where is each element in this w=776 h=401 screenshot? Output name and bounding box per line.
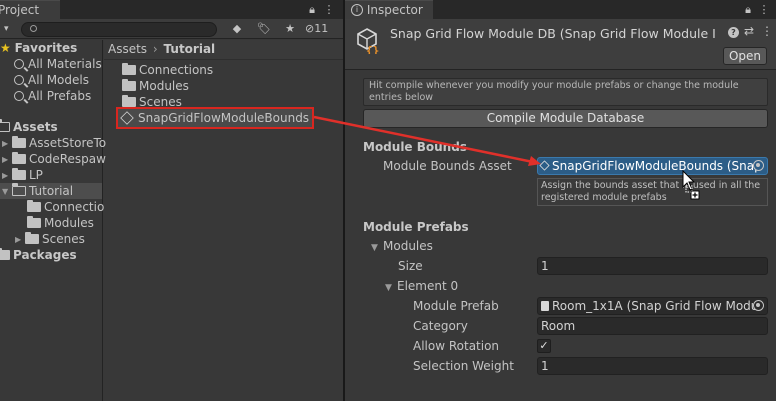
folder-icon <box>12 135 26 148</box>
module-prefab-label: Module Prefab <box>413 299 499 313</box>
module-prefabs-header: Module Prefabs <box>363 220 469 234</box>
scriptable-object-icon <box>539 160 550 171</box>
lock-icon[interactable]: 🔒︎ <box>741 3 755 17</box>
folder-icon <box>122 94 136 107</box>
file-list-item[interactable]: Connections <box>122 62 213 78</box>
chevron-right-icon: ▶ <box>15 234 22 244</box>
asset-folder-item-tutorial[interactable]: ▼ Tutorial <box>2 183 73 199</box>
selection-weight-label: Selection Weight <box>413 359 514 373</box>
project-tab[interactable]: Project <box>0 0 60 19</box>
object-picker-icon[interactable] <box>753 160 764 171</box>
scriptable-object-icon <box>120 110 134 125</box>
folder-icon <box>12 167 26 180</box>
folder-icon <box>0 247 10 260</box>
svg-text:{}: {} <box>366 44 379 54</box>
tutorial-child-item[interactable]: Connectio <box>27 199 104 215</box>
help-box: Hit compile whenever you modify your mod… <box>363 78 768 106</box>
allow-rotation-label: Allow Rotation <box>413 339 500 353</box>
context-menu-icon[interactable]: ⋮ <box>761 24 773 38</box>
foldout-down-icon: ▼ <box>385 283 392 293</box>
favorites-header[interactable]: ★ Favorites <box>0 40 77 56</box>
asset-folder-item[interactable]: ▶ CodeRespaw <box>2 151 106 167</box>
foldout-down-icon: ▼ <box>371 243 378 253</box>
modules-foldout[interactable]: ▼ Modules <box>371 237 433 255</box>
project-panel: Project 🔒︎ ⋮ ▾ ◆ 🏷︎ ★ ⊘11 ★ Favorites Al… <box>0 0 343 401</box>
breadcrumb-separator: › <box>152 42 158 56</box>
compile-button[interactable]: Compile Module Database <box>363 109 768 128</box>
breadcrumb-current[interactable]: Tutorial <box>164 42 216 56</box>
eye-slash-icon: ⊘ <box>305 22 315 35</box>
folder-icon <box>27 199 41 212</box>
open-button[interactable]: Open <box>723 47 767 65</box>
folder-icon <box>27 215 41 228</box>
packages-header[interactable]: Packages <box>0 247 77 263</box>
create-dropdown-icon[interactable]: ▾ <box>4 22 18 36</box>
prefab-icon <box>541 300 549 311</box>
asset-folder-item[interactable]: ▶ AssetStoreTo <box>2 135 106 151</box>
kebab-menu-icon[interactable]: ⋮ <box>757 3 771 17</box>
category-field[interactable]: Room <box>537 317 768 335</box>
inspector-panel: i Inspector 🔒︎ ⋮ {} Snap Grid Flow Modul… <box>345 0 776 401</box>
inspector-tab[interactable]: i Inspector <box>345 0 433 19</box>
search-icon <box>30 25 37 32</box>
selection-weight-field[interactable]: 1 <box>537 357 768 375</box>
category-label: Category <box>413 319 468 333</box>
folder-icon <box>122 78 136 91</box>
favorite-item[interactable]: All Prefabs <box>14 88 91 104</box>
favorite-star-icon[interactable]: ★ <box>283 22 297 36</box>
hidden-count: 11 <box>314 22 329 35</box>
folder-icon <box>122 62 136 75</box>
module-bounds-header: Module Bounds <box>363 140 467 154</box>
drag-cursor-icon <box>681 169 703 202</box>
folder-icon <box>25 231 39 244</box>
inspector-tab-label: Inspector <box>366 3 423 17</box>
preset-icon[interactable]: ⇄ <box>744 24 754 38</box>
search-icon <box>14 74 24 85</box>
asset-type-icon: {} <box>354 26 382 57</box>
kebab-menu-icon[interactable]: ⋮ <box>322 3 336 17</box>
search-by-type-icon[interactable]: ◆ <box>230 22 244 36</box>
element-0-foldout[interactable]: ▼ Element 0 <box>385 277 458 295</box>
assets-header[interactable]: Assets <box>0 119 58 135</box>
asset-folder-item[interactable]: ▶ LP <box>2 167 43 183</box>
file-list-item[interactable]: Modules <box>122 78 189 94</box>
folder-open-icon <box>0 119 10 132</box>
size-field[interactable]: 1 <box>537 257 768 275</box>
module-bounds-asset-field[interactable]: SnapGridFlowModuleBounds (Snap <box>537 157 768 175</box>
lock-icon[interactable]: 🔒︎ <box>305 3 319 17</box>
object-picker-icon[interactable] <box>753 300 764 311</box>
selected-asset-label[interactable]: SnapGridFlowModuleBounds <box>120 110 309 126</box>
chevron-right-icon: ▶ <box>2 138 9 148</box>
tutorial-child-item[interactable]: ▶ Scenes <box>15 231 85 247</box>
help-text: Hit compile whenever you modify your mod… <box>369 80 739 103</box>
tooltip: Assign the bounds asset that is used in … <box>537 178 768 206</box>
size-label: Size <box>398 259 423 273</box>
hidden-packages-toggle[interactable]: ⊘11 <box>305 22 328 36</box>
tutorial-child-item[interactable]: Modules <box>27 215 94 231</box>
chevron-down-icon: ▼ <box>2 186 9 196</box>
favorite-item[interactable]: All Models <box>14 72 89 88</box>
search-by-label-icon[interactable]: 🏷︎ <box>257 22 271 36</box>
chevron-right-icon: ▶ <box>2 154 9 164</box>
breadcrumb: Assets › Tutorial <box>104 40 343 60</box>
allow-rotation-checkbox[interactable]: ✓ <box>537 339 551 353</box>
module-bounds-asset-label: Module Bounds Asset <box>383 159 512 173</box>
project-tab-label: Project <box>0 3 40 17</box>
search-icon <box>14 90 24 101</box>
chevron-right-icon: ▶ <box>2 170 9 180</box>
star-icon: ★ <box>0 41 11 55</box>
breadcrumb-root[interactable]: Assets <box>108 42 147 56</box>
favorite-item[interactable]: All Materials <box>14 56 102 72</box>
search-icon <box>14 58 24 69</box>
folder-icon <box>12 151 26 164</box>
folder-open-icon <box>11 183 26 196</box>
inspector-title: Snap Grid Flow Module DB (Snap Grid Flow… <box>390 26 716 41</box>
search-field[interactable] <box>21 22 217 37</box>
help-icon[interactable]: ? <box>728 27 739 38</box>
module-prefab-field[interactable]: Room_1x1A (Snap Grid Flow Modul <box>537 297 768 315</box>
info-icon: i <box>351 3 363 16</box>
